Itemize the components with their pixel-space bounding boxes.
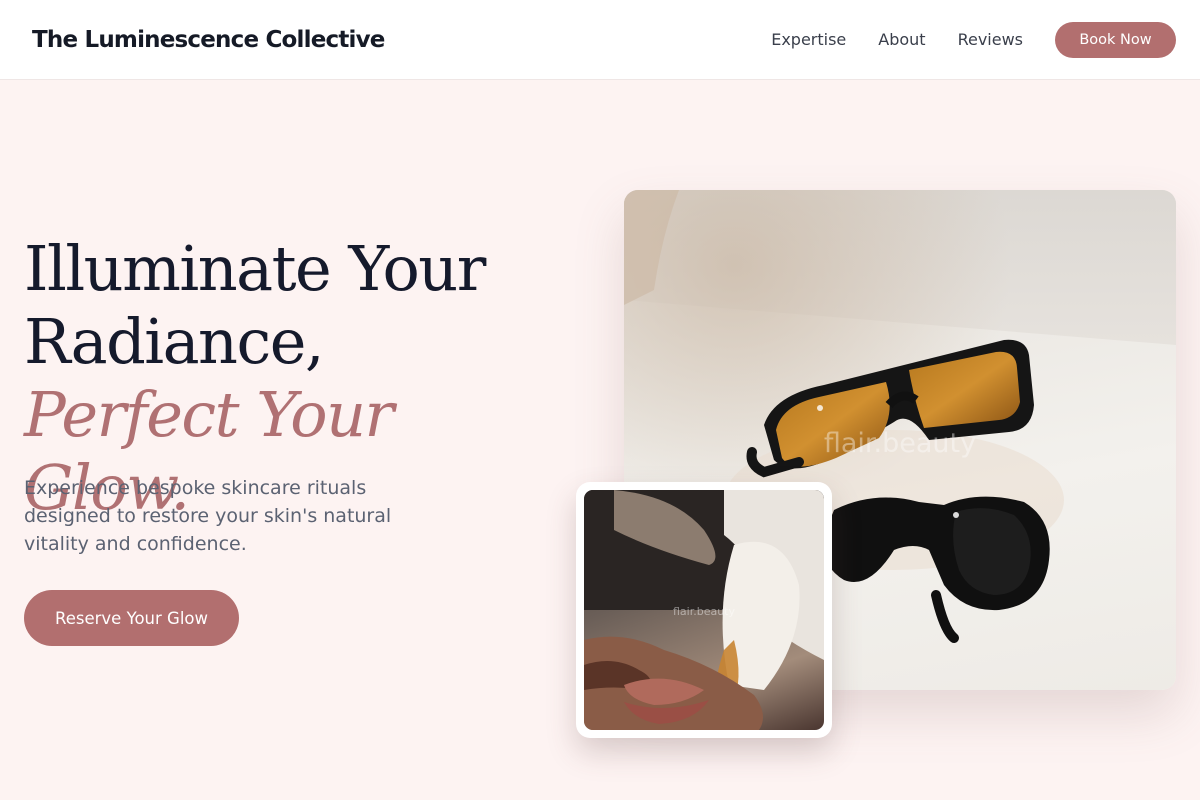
book-now-button[interactable]: Book Now [1055,21,1176,58]
treatment-photo-card: flair.beauty [576,482,832,738]
nav-link-about[interactable]: About [878,30,925,49]
main-watermark: flair.beauty [824,428,976,459]
hero-title-line-1: Illuminate Your [24,232,486,305]
brand-logo[interactable]: The Luminescence Collective [32,27,385,53]
nav-link-expertise[interactable]: Expertise [771,30,846,49]
nav-link-reviews[interactable]: Reviews [958,30,1023,49]
hero-subtitle: Experience bespoke skincare rituals desi… [24,477,392,555]
main-nav: Expertise About Reviews Book Now [771,21,1176,58]
reserve-glow-button[interactable]: Reserve Your Glow [24,590,239,646]
treatment-photo: flair.beauty [584,490,824,730]
inset-watermark: flair.beauty [673,605,736,618]
facial-treatment-illustration: flair.beauty [584,490,824,730]
hero-title-line-2: Radiance, [24,305,325,378]
site-header: The Luminescence Collective Expertise Ab… [0,0,1200,80]
